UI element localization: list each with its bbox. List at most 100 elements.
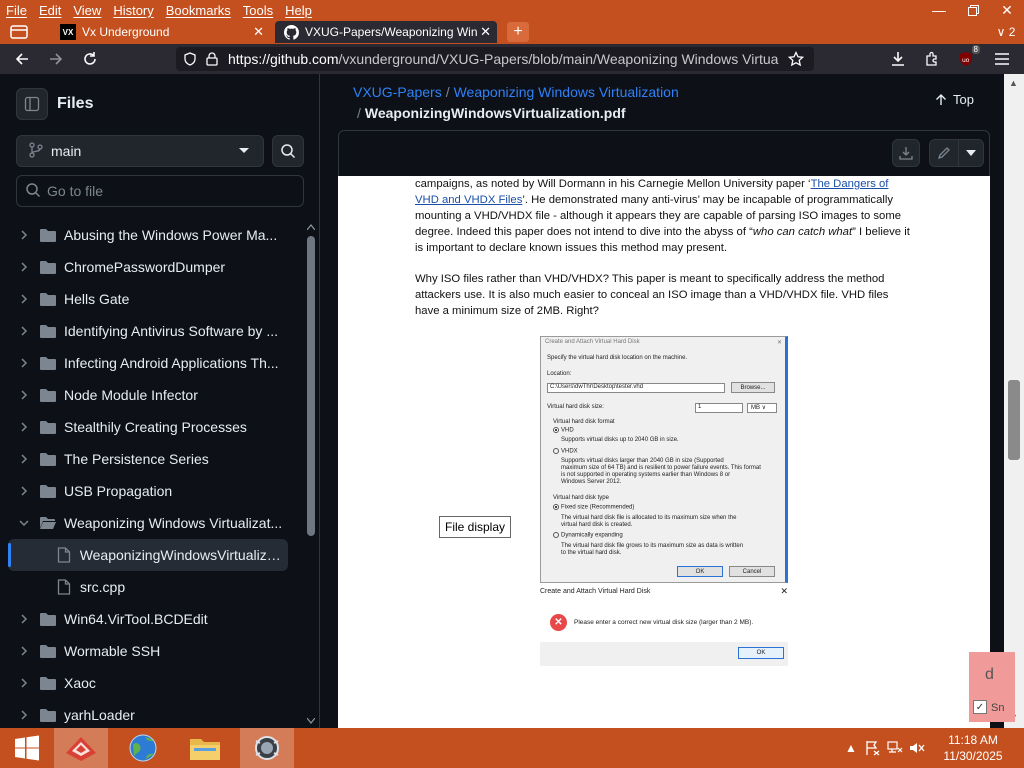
ublock-origin-icon[interactable]: uo 8 [954, 45, 980, 71]
location-value: C:\Users\dwThr\Desktop\tester.vhd [550, 384, 644, 390]
edit-dropdown-icon[interactable] [958, 139, 984, 167]
tree-item-folder[interactable]: Identifying Antivirus Software by ... [8, 315, 288, 347]
tracking-protection-icon[interactable] [182, 51, 198, 67]
close-tab-icon[interactable]: ✕ [480, 24, 491, 40]
chevron-right-icon[interactable] [16, 390, 32, 400]
menu-view[interactable]: View [67, 3, 107, 18]
start-windows-icon[interactable] [0, 728, 54, 768]
edit-pencil-icon[interactable] [929, 139, 959, 167]
search-icon[interactable] [272, 135, 304, 167]
tree-item-folder-expanded[interactable]: Weaponizing Windows Virtualizat... [8, 507, 288, 539]
branch-selector[interactable]: main [16, 135, 264, 167]
menu-edit[interactable]: Edit [33, 3, 67, 18]
browser-globe-icon[interactable] [116, 728, 170, 768]
tree-item-folder[interactable]: Hells Gate [8, 283, 288, 315]
hamburger-menu-icon[interactable] [990, 47, 1014, 71]
chevron-right-icon[interactable] [16, 454, 32, 464]
go-to-file-field[interactable] [16, 175, 304, 207]
capture-tool-icon[interactable] [240, 728, 294, 768]
go-to-file-input[interactable] [47, 183, 287, 199]
chevron-right-icon[interactable] [16, 230, 32, 240]
tree-item-label: Wormable SSH [64, 643, 161, 659]
error-dialog-footer: OK [540, 642, 788, 666]
minimize-icon[interactable]: — [922, 0, 956, 20]
menu-history[interactable]: History [107, 3, 159, 18]
menu-file[interactable]: File [0, 3, 33, 18]
tree-item-folder[interactable]: USB Propagation [8, 475, 288, 507]
chevron-down-icon[interactable] [16, 518, 32, 528]
new-tab-button[interactable]: + [507, 22, 529, 42]
chevron-right-icon[interactable] [16, 710, 32, 720]
show-hidden-icons-icon[interactable]: ▲ [840, 728, 862, 768]
tree-item-folder[interactable]: Node Module Infector [8, 379, 288, 411]
chevron-right-icon[interactable] [16, 326, 32, 336]
url-bar[interactable]: https://github.com/vxunderground/VXUG-Pa… [176, 47, 814, 71]
page-scrollbar[interactable]: ▲ ▼ [1004, 74, 1024, 728]
checkbox-checked[interactable]: ✓ [973, 700, 987, 714]
extensions-icon[interactable] [920, 47, 944, 71]
tree-item-folder[interactable]: ChromePasswordDumper [8, 251, 288, 283]
tree-item-folder[interactable]: Wormable SSH [8, 635, 288, 667]
menu-bookmarks[interactable]: Bookmarks [160, 3, 237, 18]
chevron-right-icon[interactable] [16, 294, 32, 304]
network-flag-icon[interactable] [862, 728, 884, 768]
tree-item-folder[interactable]: yarhLoader [8, 699, 288, 728]
download-raw-icon[interactable] [892, 139, 920, 167]
scrollbar-thumb[interactable] [307, 236, 315, 536]
collapse-sidebar-icon[interactable] [16, 88, 48, 120]
downloads-icon[interactable] [886, 47, 910, 71]
scrollbar-thumb[interactable] [1008, 380, 1020, 460]
tab-vx-underground[interactable]: VX Vx Underground ✕ [52, 21, 270, 43]
chevron-right-icon[interactable] [16, 422, 32, 432]
list-all-tabs-button[interactable]: ∨ 2 [992, 22, 1020, 42]
breadcrumb-repo-link[interactable]: VXUG-Papers [353, 84, 442, 100]
tree-item-folder[interactable]: The Persistence Series [8, 443, 288, 475]
tree-item-file-selected[interactable]: WeaponizingWindowsVirtualizat... [8, 539, 288, 571]
network-icon[interactable] [884, 728, 906, 768]
wireshark-sharkfin-icon[interactable] [54, 728, 108, 768]
tree-item-folder[interactable]: Stealthily Creating Processes [8, 411, 288, 443]
tree-item-label: WeaponizingWindowsVirtualizat... [79, 547, 288, 563]
taskbar: ▲ 11:18 AM 11/30/2025 [0, 728, 1024, 768]
chevron-right-icon[interactable] [16, 614, 32, 624]
back-to-top-button[interactable]: Top [935, 92, 974, 107]
sidebar-scrollbar[interactable] [304, 222, 318, 728]
scroll-up-icon[interactable]: ▲ [1009, 78, 1018, 88]
tree-item-folder[interactable]: Abusing the Windows Power Ma... [8, 219, 288, 251]
menu-bar: File Edit View History Bookmarks Tools H… [0, 0, 1024, 20]
chevron-right-icon[interactable] [16, 486, 32, 496]
back-icon[interactable] [10, 47, 34, 71]
tree-item-file[interactable]: src.cpp [8, 571, 288, 603]
file-explorer-icon[interactable] [178, 728, 232, 768]
clock[interactable]: 11:18 AM 11/30/2025 [934, 732, 1012, 764]
breadcrumb-folder-link[interactable]: Weaponizing Windows Virtualization [454, 84, 679, 100]
forward-icon[interactable] [44, 47, 68, 71]
chevron-right-icon[interactable] [16, 358, 32, 368]
tree-item-folder[interactable]: Infecting Android Applications Th... [8, 347, 288, 379]
file-toolbar [338, 130, 990, 176]
tree-item-folder[interactable]: Win64.VirTool.BCDEdit [8, 603, 288, 635]
firefox-view-icon[interactable] [4, 22, 34, 42]
lock-icon[interactable] [204, 51, 220, 67]
volume-muted-icon[interactable] [906, 728, 928, 768]
url-domain: https://github.com [228, 51, 339, 67]
close-tab-icon[interactable]: ✕ [253, 24, 264, 40]
tab-bar: VX Vx Underground ✕ VXUG-Papers/Weaponiz… [0, 20, 1024, 44]
menu-help[interactable]: Help [279, 3, 318, 18]
overlay-widget[interactable]: d ✓ Sn [969, 652, 1015, 722]
tab-github[interactable]: VXUG-Papers/Weaponizing Win ✕ [275, 21, 497, 43]
file-display-button[interactable]: File display [439, 516, 511, 538]
chevron-right-icon[interactable] [16, 262, 32, 272]
folder-icon [40, 387, 56, 403]
show-desktop-button[interactable] [1012, 728, 1024, 768]
chevron-right-icon[interactable] [16, 678, 32, 688]
dialog-instruction: Specify the virtual hard disk location o… [547, 355, 688, 361]
close-window-icon[interactable]: ✕ [990, 0, 1024, 20]
bookmark-star-icon[interactable] [788, 51, 804, 67]
fixed-label: Fixed size (Recommended) [561, 504, 635, 511]
chevron-right-icon[interactable] [16, 646, 32, 656]
reload-icon[interactable] [78, 47, 102, 71]
menu-tools[interactable]: Tools [237, 3, 279, 18]
restore-icon[interactable] [956, 0, 990, 20]
tree-item-folder[interactable]: Xaoc [8, 667, 288, 699]
